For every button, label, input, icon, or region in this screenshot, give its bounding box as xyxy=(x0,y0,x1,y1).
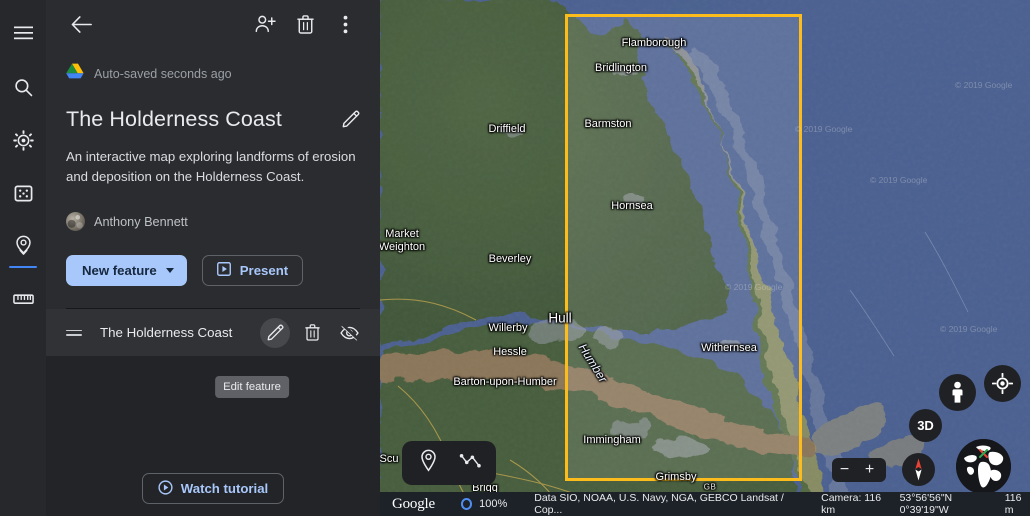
add-person-icon[interactable] xyxy=(250,9,280,39)
compass-button[interactable] xyxy=(902,453,935,486)
more-options-icon[interactable] xyxy=(330,9,360,39)
drag-handle-icon[interactable] xyxy=(66,329,82,336)
author-name: Anthony Bennett xyxy=(94,214,188,229)
panel-empty-area: Edit feature Watch tutorial xyxy=(46,356,380,516)
place-marker-tool[interactable] xyxy=(410,445,446,481)
map-viewport[interactable]: Flamborough Bridlington Barmston Hornsea… xyxy=(380,0,1030,516)
draw-line-tool[interactable] xyxy=(452,445,488,481)
ruler-icon[interactable] xyxy=(0,276,46,322)
3d-toggle-button[interactable]: 3D xyxy=(909,409,942,442)
my-location-button[interactable] xyxy=(984,365,1021,402)
trash-icon[interactable] xyxy=(290,9,320,39)
search-icon[interactable] xyxy=(0,64,46,110)
delete-feature-trash-icon[interactable] xyxy=(297,318,327,348)
ship-wheel-icon[interactable] xyxy=(0,117,46,163)
coordinates-text: 53°56'56"N 0°39'19"W xyxy=(899,492,953,516)
street-view-pegman-icon xyxy=(952,381,963,403)
globe-icon xyxy=(956,439,1011,494)
elevation-text: 116 m xyxy=(1004,492,1022,516)
avatar xyxy=(66,212,85,232)
tooltip-edit-feature: Edit feature xyxy=(215,376,289,399)
page-title: The Holderness Coast xyxy=(66,107,282,131)
3d-label: 3D xyxy=(917,418,934,433)
zoom-out-button[interactable]: − xyxy=(832,458,857,482)
map-draw-toolbar xyxy=(402,441,496,485)
sidebar-item-projects[interactable] xyxy=(0,223,46,269)
polyline-icon xyxy=(459,453,482,474)
zoom-controls: − + xyxy=(832,458,886,482)
street-view-pegman-button[interactable] xyxy=(939,374,976,411)
new-feature-button[interactable]: New feature xyxy=(66,255,187,287)
map-attribution-bar: Google 100% Data SIO, NOAA, U.S. Navy, N… xyxy=(380,492,1030,516)
google-drive-icon xyxy=(66,63,84,84)
present-play-icon xyxy=(216,262,231,279)
chevron-down-icon xyxy=(165,268,174,274)
imagery-load-percent: 100% xyxy=(479,498,508,510)
camera-altitude-text: Camera: 116 km xyxy=(821,492,882,516)
back-arrow-icon[interactable] xyxy=(66,9,96,39)
present-button[interactable]: Present xyxy=(201,255,304,287)
watch-tutorial-label: Watch tutorial xyxy=(180,481,269,496)
new-feature-label: New feature xyxy=(82,263,157,279)
hamburger-menu-icon[interactable] xyxy=(0,10,46,56)
autosave-text: Auto-saved seconds ago xyxy=(94,66,232,81)
project-description: An interactive map exploring landforms o… xyxy=(66,149,356,184)
project-side-panel: Auto-saved seconds ago The Holderness Co… xyxy=(46,0,380,516)
map-pin-icon xyxy=(419,449,438,477)
google-logo: Google xyxy=(392,495,435,512)
feature-name: The Holderness Coast xyxy=(100,325,233,341)
slideshow-icon[interactable] xyxy=(0,170,46,216)
data-sources-text: Data SIO, NOAA, U.S. Navy, NGA, GEBCO La… xyxy=(534,492,784,516)
map-pin-icon xyxy=(14,235,33,257)
panel-toolbar xyxy=(66,0,360,48)
autosave-status: Auto-saved seconds ago xyxy=(66,63,360,84)
globe-button[interactable] xyxy=(956,439,1011,494)
watch-tutorial-button[interactable]: Watch tutorial xyxy=(141,473,285,504)
hide-feature-eye-off-icon[interactable] xyxy=(334,318,364,348)
my-location-icon xyxy=(992,373,1013,394)
edit-feature-pencil-icon[interactable] xyxy=(260,317,290,348)
imagery-progress-icon xyxy=(460,498,473,510)
zoom-in-button[interactable]: + xyxy=(857,458,882,482)
present-label: Present xyxy=(239,263,289,279)
feature-list-item[interactable]: The Holderness Coast xyxy=(46,309,380,357)
author-row: Anthony Bennett xyxy=(66,212,360,232)
compass-needle-icon xyxy=(915,458,922,481)
google-earth-window: Auto-saved seconds ago The Holderness Co… xyxy=(0,0,1030,516)
edit-title-pencil-icon[interactable] xyxy=(336,104,366,134)
left-icon-rail xyxy=(0,0,46,516)
play-circle-icon xyxy=(158,479,173,498)
